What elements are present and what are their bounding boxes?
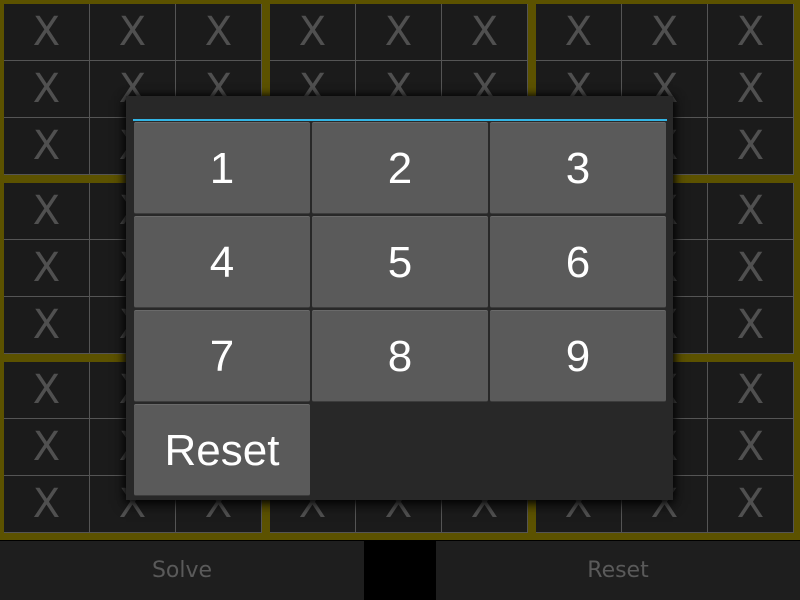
number-button-2[interactable]: 2 bbox=[312, 122, 488, 214]
grid-cell[interactable]: X bbox=[708, 118, 793, 174]
number-button-5[interactable]: 5 bbox=[312, 216, 488, 308]
grid-cell[interactable]: X bbox=[4, 4, 89, 60]
number-button-1[interactable]: 1 bbox=[134, 122, 310, 214]
grid-cell[interactable]: X bbox=[270, 4, 355, 60]
grid-cell[interactable]: X bbox=[4, 297, 89, 353]
grid-cell[interactable]: X bbox=[708, 183, 793, 239]
grid-cell[interactable]: X bbox=[708, 362, 793, 418]
grid-cell[interactable]: X bbox=[708, 476, 793, 532]
number-button-8[interactable]: 8 bbox=[312, 310, 488, 402]
reset-board-button[interactable]: Reset bbox=[436, 541, 800, 600]
grid-cell[interactable]: X bbox=[708, 240, 793, 296]
number-picker-dialog: 1 2 3 4 5 6 7 8 9 Reset bbox=[126, 96, 673, 500]
grid-cell[interactable]: X bbox=[4, 419, 89, 475]
dialog-title-divider bbox=[133, 119, 667, 121]
grid-cell[interactable]: X bbox=[4, 240, 89, 296]
grid-cell[interactable]: X bbox=[4, 476, 89, 532]
grid-cell[interactable]: X bbox=[622, 4, 707, 60]
number-button-9[interactable]: 9 bbox=[490, 310, 666, 402]
grid-cell[interactable]: X bbox=[176, 4, 261, 60]
grid-cell[interactable]: X bbox=[90, 4, 175, 60]
grid-cell[interactable]: X bbox=[708, 419, 793, 475]
grid-cell[interactable]: X bbox=[4, 183, 89, 239]
number-button-4[interactable]: 4 bbox=[134, 216, 310, 308]
grid-cell[interactable]: X bbox=[442, 4, 527, 60]
number-button-3[interactable]: 3 bbox=[490, 122, 666, 214]
dialog-reset-button[interactable]: Reset bbox=[134, 404, 310, 496]
number-button-7[interactable]: 7 bbox=[134, 310, 310, 402]
solve-button[interactable]: Solve bbox=[0, 541, 364, 600]
grid-cell[interactable]: X bbox=[356, 4, 441, 60]
grid-cell[interactable]: X bbox=[708, 61, 793, 117]
grid-cell[interactable]: X bbox=[708, 4, 793, 60]
grid-cell[interactable]: X bbox=[536, 4, 621, 60]
grid-cell[interactable]: X bbox=[4, 118, 89, 174]
grid-cell[interactable]: X bbox=[708, 297, 793, 353]
number-button-6[interactable]: 6 bbox=[490, 216, 666, 308]
grid-cell[interactable]: X bbox=[4, 362, 89, 418]
grid-cell[interactable]: X bbox=[4, 61, 89, 117]
